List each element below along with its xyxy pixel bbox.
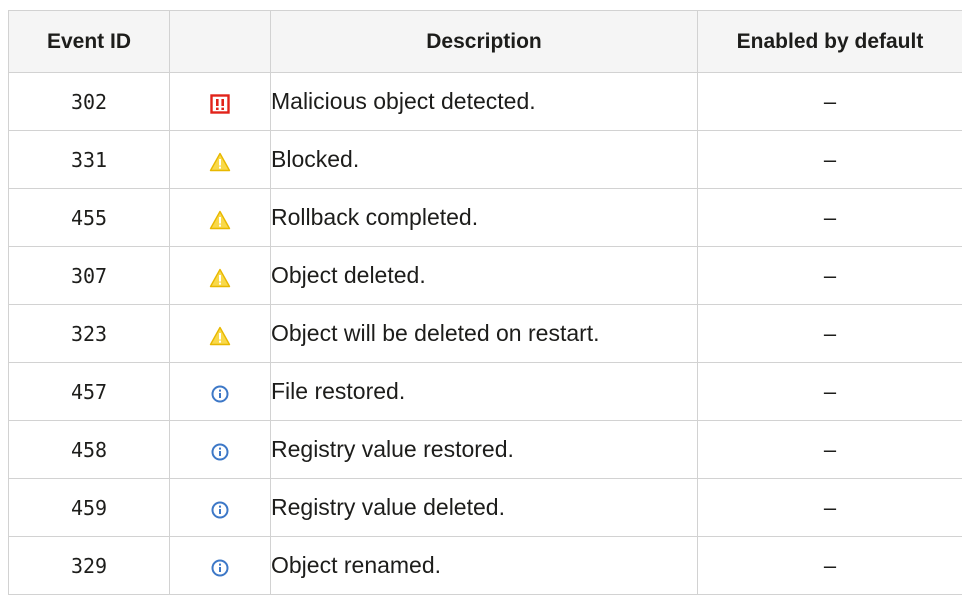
severity-cell <box>170 305 271 363</box>
enabled-by-default-cell: – <box>698 189 962 247</box>
event-id-cell: 459 <box>9 479 170 537</box>
table-row: 323 Object will be deleted on restart. – <box>9 305 962 363</box>
enabled-by-default-cell: – <box>698 305 962 363</box>
header-row: Event ID Description Enabled by default <box>9 11 962 73</box>
severity-cell <box>170 363 271 421</box>
severity-cell <box>170 73 271 131</box>
table-row: 307 Object deleted. – <box>9 247 962 305</box>
warning-icon <box>209 267 231 289</box>
column-header-enabled-by-default: Enabled by default <box>698 11 962 73</box>
description-cell: Blocked. <box>271 131 698 189</box>
table-row: 331 Blocked. – <box>9 131 962 189</box>
info-icon <box>209 499 231 521</box>
warning-icon <box>209 209 231 231</box>
enabled-by-default-cell: – <box>698 363 962 421</box>
severity-cell <box>170 131 271 189</box>
table-row: 459 Registry value deleted. – <box>9 479 962 537</box>
severity-cell <box>170 247 271 305</box>
event-id-cell: 323 <box>9 305 170 363</box>
table-row: 455 Rollback completed. – <box>9 189 962 247</box>
table-row: 329 Object renamed. – <box>9 537 962 595</box>
column-header-description: Description <box>271 11 698 73</box>
error-icon <box>209 93 231 115</box>
warning-icon <box>209 151 231 173</box>
event-id-cell: 302 <box>9 73 170 131</box>
event-id-cell: 457 <box>9 363 170 421</box>
description-cell: Object deleted. <box>271 247 698 305</box>
event-id-cell: 455 <box>9 189 170 247</box>
severity-cell <box>170 537 271 595</box>
enabled-by-default-cell: – <box>698 479 962 537</box>
enabled-by-default-cell: – <box>698 73 962 131</box>
event-id-cell: 331 <box>9 131 170 189</box>
enabled-by-default-cell: – <box>698 131 962 189</box>
event-id-cell: 458 <box>9 421 170 479</box>
table-body: 302 Malicious object detected. – 331 Blo… <box>9 73 962 595</box>
enabled-by-default-cell: – <box>698 537 962 595</box>
info-icon <box>209 383 231 405</box>
table-header: Event ID Description Enabled by default <box>9 11 962 73</box>
description-cell: Object renamed. <box>271 537 698 595</box>
severity-cell <box>170 189 271 247</box>
info-icon <box>209 441 231 463</box>
description-cell: Rollback completed. <box>271 189 698 247</box>
table-row: 457 File restored. – <box>9 363 962 421</box>
column-header-event-id: Event ID <box>9 11 170 73</box>
column-header-icon <box>170 11 271 73</box>
description-cell: Object will be deleted on restart. <box>271 305 698 363</box>
description-cell: File restored. <box>271 363 698 421</box>
severity-cell <box>170 479 271 537</box>
description-cell: Registry value deleted. <box>271 479 698 537</box>
severity-cell <box>170 421 271 479</box>
event-id-cell: 307 <box>9 247 170 305</box>
warning-icon <box>209 325 231 347</box>
enabled-by-default-cell: – <box>698 247 962 305</box>
description-cell: Registry value restored. <box>271 421 698 479</box>
info-icon <box>209 557 231 579</box>
table-row: 458 Registry value restored. – <box>9 421 962 479</box>
enabled-by-default-cell: – <box>698 421 962 479</box>
table-row: 302 Malicious object detected. – <box>9 73 962 131</box>
events-table: Event ID Description Enabled by default … <box>8 10 962 595</box>
event-id-cell: 329 <box>9 537 170 595</box>
description-cell: Malicious object detected. <box>271 73 698 131</box>
